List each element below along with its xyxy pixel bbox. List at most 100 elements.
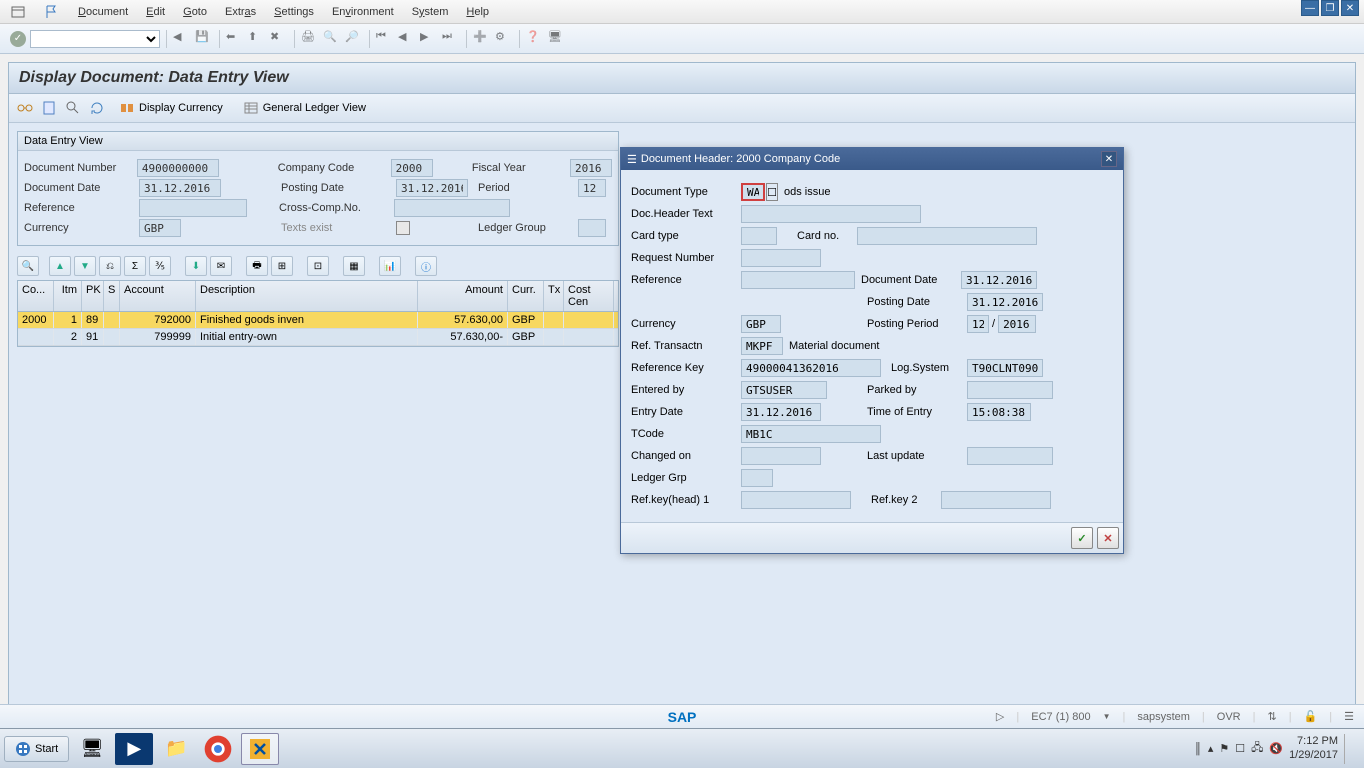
field-company-code[interactable]	[391, 159, 433, 177]
refresh-icon[interactable]	[89, 100, 105, 116]
grid-btn-excel[interactable]: ⊞	[271, 256, 293, 276]
menu-edit[interactable]: Edit	[146, 6, 165, 18]
tray-flag-icon[interactable]: ⚑	[1219, 742, 1229, 755]
field-posting-date[interactable]	[396, 179, 468, 197]
dlg-field-request-number[interactable]	[741, 249, 821, 267]
dlg-field-last-update[interactable]	[967, 447, 1053, 465]
dlg-field-ref-key-2[interactable]	[941, 491, 1051, 509]
col-description[interactable]: Description	[196, 281, 418, 311]
menu-system[interactable]: System	[412, 6, 449, 18]
dlg-field-parked-by[interactable]	[967, 381, 1053, 399]
field-cross-comp[interactable]	[394, 199, 510, 217]
field-period[interactable]	[578, 179, 606, 197]
col-s[interactable]: S	[104, 281, 120, 311]
field-doc-number[interactable]	[137, 159, 219, 177]
status-icon-3[interactable]: ☰	[1344, 710, 1354, 723]
col-amount[interactable]: Amount	[418, 281, 508, 311]
new-session-icon[interactable]: ➕	[473, 30, 491, 48]
grid-btn-sort-desc[interactable]: ▼	[74, 256, 96, 276]
col-costcen[interactable]: Cost Cen	[564, 281, 614, 311]
grid-btn-mail[interactable]: ✉	[210, 256, 232, 276]
field-currency[interactable]	[139, 219, 181, 237]
toolbar-check-icon[interactable]: ✓	[10, 31, 26, 47]
tray-show-desktop[interactable]	[1344, 734, 1352, 764]
grid-btn-layout[interactable]: ⊡	[307, 256, 329, 276]
menu-settings[interactable]: Settings	[274, 6, 314, 18]
f4-help-icon[interactable]: ☐	[766, 183, 778, 201]
command-field[interactable]	[30, 30, 160, 48]
dlg-field-tcode[interactable]	[741, 425, 881, 443]
grid-btn-info[interactable]: ⓘ	[415, 256, 437, 276]
status-icon-2[interactable]: 🔓	[1304, 710, 1318, 723]
dlg-field-posting-period-1[interactable]	[967, 315, 989, 333]
prev-page-icon[interactable]: ◀	[398, 30, 416, 48]
col-account[interactable]: Account	[120, 281, 196, 311]
menu-extras[interactable]: Extras	[225, 6, 256, 18]
tray-sound-icon[interactable]: 🔇	[1269, 742, 1283, 755]
field-fiscal-year[interactable]	[570, 159, 612, 177]
dlg-field-reference-key[interactable]	[741, 359, 881, 377]
dlg-field-changed-on[interactable]	[741, 447, 821, 465]
dlg-field-currency[interactable]	[741, 315, 781, 333]
back-icon[interactable]: ◀	[173, 30, 191, 48]
display-currency-button[interactable]: Display Currency	[113, 98, 229, 118]
status-arrow[interactable]: ▷	[996, 710, 1004, 723]
dlg-field-entry-date[interactable]	[741, 403, 821, 421]
nav-exit-icon[interactable]: ⬆	[248, 30, 266, 48]
maximize-button[interactable]: ❐	[1321, 0, 1339, 16]
col-itm[interactable]: Itm	[54, 281, 82, 311]
menu-home-icon[interactable]	[10, 4, 26, 20]
dlg-field-posting-period-2[interactable]	[998, 315, 1036, 333]
dlg-field-posting-date[interactable]	[967, 293, 1043, 311]
dlg-field-card-no[interactable]	[857, 227, 1037, 245]
grid-btn-print[interactable]: 🖶	[246, 256, 268, 276]
dlg-field-doc-type[interactable]	[741, 183, 765, 201]
grid-btn-chart[interactable]: 📊	[379, 256, 401, 276]
grid-btn-details[interactable]: 🔍	[17, 256, 39, 276]
menu-environment[interactable]: Environment	[332, 6, 394, 18]
minimize-button[interactable]: —	[1301, 0, 1319, 16]
next-page-icon[interactable]: ▶	[420, 30, 438, 48]
col-pk[interactable]: PK	[82, 281, 104, 311]
start-button[interactable]: Start	[4, 736, 69, 762]
dlg-field-card-type[interactable]	[741, 227, 777, 245]
close-button[interactable]: ✕	[1341, 0, 1359, 16]
save-icon[interactable]: 💾	[195, 30, 213, 48]
dialog-titlebar[interactable]: ☰ Document Header: 2000 Company Code ✕	[621, 148, 1123, 170]
field-doc-date[interactable]	[139, 179, 221, 197]
task-chrome-icon[interactable]	[199, 733, 237, 765]
task-server-icon[interactable]: 🖥	[73, 733, 111, 765]
grid-btn-export[interactable]: ⬇	[185, 256, 207, 276]
grid-btn-filter[interactable]: ⎌	[99, 256, 121, 276]
dlg-field-log-system[interactable]	[967, 359, 1043, 377]
dlg-field-ref-transactn[interactable]	[741, 337, 783, 355]
last-page-icon[interactable]: ⏭	[442, 30, 460, 48]
grid-btn-subtotal[interactable]: ⅗	[149, 256, 171, 276]
dlg-field-reference[interactable]	[741, 271, 855, 289]
glasses-icon[interactable]	[17, 100, 33, 116]
find-icon[interactable]: 🔍	[323, 30, 341, 48]
grid-row[interactable]: 2000 1 89 792000 Finished goods inven 57…	[18, 312, 618, 329]
tray-chevron-icon[interactable]: ▴	[1208, 742, 1214, 755]
layout-icon[interactable]: 🖥	[548, 30, 566, 48]
tray-network-icon[interactable]: 🖧	[1251, 739, 1263, 758]
grid-btn-select[interactable]: ▦	[343, 256, 365, 276]
dlg-field-ref-key-1[interactable]	[741, 491, 851, 509]
first-page-icon[interactable]: ⏮	[376, 30, 394, 48]
general-ledger-button[interactable]: General Ledger View	[237, 98, 372, 118]
print-icon[interactable]: 🖨	[301, 30, 319, 48]
grid-btn-sort-asc[interactable]: ▲	[49, 256, 71, 276]
dialog-ok-button[interactable]: ✓	[1071, 527, 1093, 549]
note-icon[interactable]	[41, 100, 57, 116]
dlg-field-ledger-grp[interactable]	[741, 469, 773, 487]
dlg-field-time-entry[interactable]	[967, 403, 1031, 421]
task-sap-icon[interactable]	[241, 733, 279, 765]
nav-cancel-icon[interactable]: ✖	[270, 30, 288, 48]
grid-btn-total[interactable]: Σ	[124, 256, 146, 276]
field-reference[interactable]	[139, 199, 247, 217]
shortcut-icon[interactable]: ⚙	[495, 30, 513, 48]
menu-help[interactable]: Help	[466, 6, 489, 18]
tray-clock[interactable]: 7:12 PM 1/29/2017	[1289, 735, 1338, 761]
find-next-icon[interactable]: 🔎	[345, 30, 363, 48]
task-explorer-icon[interactable]: 📁	[157, 733, 195, 765]
